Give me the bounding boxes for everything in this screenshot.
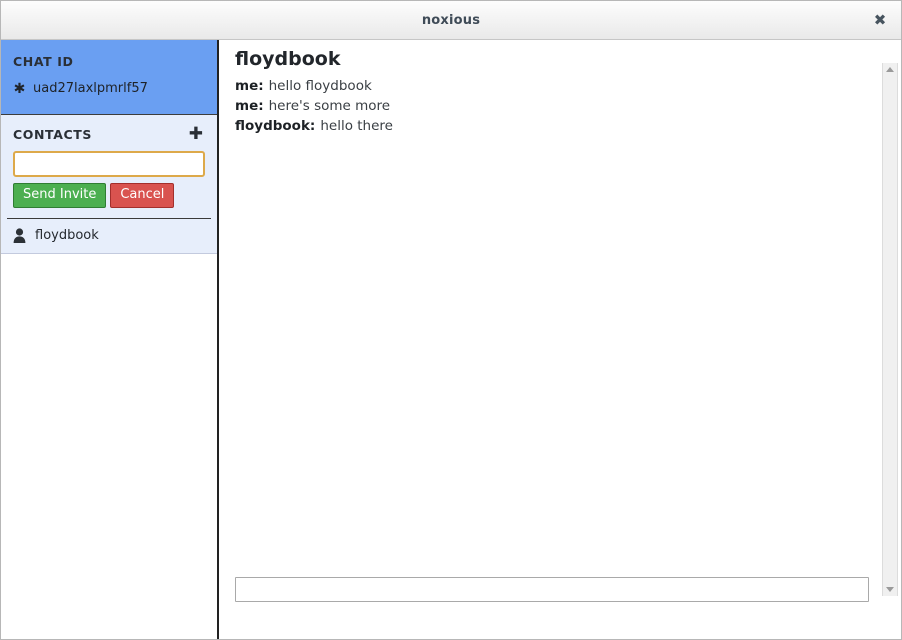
sidebar: CHAT ID ✱ uad27laxlpmrlf57 CONTACTS ✚ Se… [1, 40, 219, 639]
chat-id-heading: CHAT ID [13, 54, 74, 69]
chat-id-value: uad27laxlpmrlf57 [33, 81, 148, 96]
contacts-header: CONTACTS ✚ [1, 115, 217, 151]
close-icon[interactable]: ✖ [869, 9, 891, 31]
message-sender: me: [235, 97, 264, 114]
contacts-panel: CONTACTS ✚ Send Invite Cancel floydbook [1, 115, 217, 255]
message-sender: me: [235, 77, 264, 94]
message-row: me: hello floydbook [235, 76, 901, 96]
message-row: me: here's some more [235, 96, 901, 116]
message-sender: floydbook: [235, 117, 316, 134]
title-bar: noxious ✖ [1, 1, 901, 40]
message-text: hello there [320, 117, 393, 134]
composer [219, 577, 901, 639]
messages-area: floydbook me: hello floydbook me: here's s… [219, 40, 901, 577]
scrollbar-track[interactable] [883, 76, 897, 583]
chat-id-panel: CHAT ID ✱ uad27laxlpmrlf57 [1, 40, 217, 115]
cancel-button[interactable]: Cancel [110, 183, 175, 209]
messages-scrollbar[interactable] [882, 63, 898, 596]
send-invite-button[interactable]: Send Invite [13, 183, 107, 209]
person-icon [13, 228, 26, 244]
asterisk-icon: ✱ [13, 80, 26, 97]
scroll-up-arrow-icon[interactable] [883, 63, 897, 76]
message-row: floydbook: hello there [235, 116, 901, 136]
message-input[interactable] [235, 577, 869, 602]
contacts-heading: CONTACTS [13, 127, 92, 142]
list-item[interactable]: floydbook [1, 219, 217, 253]
chat-id-row[interactable]: ✱ uad27laxlpmrlf57 [13, 81, 205, 96]
message-text: hello floydbook [268, 77, 372, 94]
scroll-down-arrow-icon[interactable] [883, 583, 897, 596]
app-window: noxious ✖ CHAT ID ✱ uad27laxlpmrlf57 CON… [0, 0, 902, 640]
message-text: here's some more [268, 97, 391, 114]
invite-contact-input[interactable] [13, 151, 205, 177]
sidebar-empty-space [1, 254, 217, 639]
contact-list: floydbook [1, 219, 217, 253]
contact-name: floydbook [35, 228, 99, 244]
plus-icon[interactable]: ✚ [187, 126, 205, 143]
chat-pane: floydbook me: hello floydbook me: here's s… [219, 40, 901, 639]
invite-actions: Send Invite Cancel [13, 183, 205, 218]
main-layout: CHAT ID ✱ uad27laxlpmrlf57 CONTACTS ✚ Se… [1, 40, 901, 639]
window-title: noxious [421, 12, 481, 28]
invite-form: Send Invite Cancel [1, 151, 217, 218]
conversation-title: floydbook [235, 48, 341, 70]
